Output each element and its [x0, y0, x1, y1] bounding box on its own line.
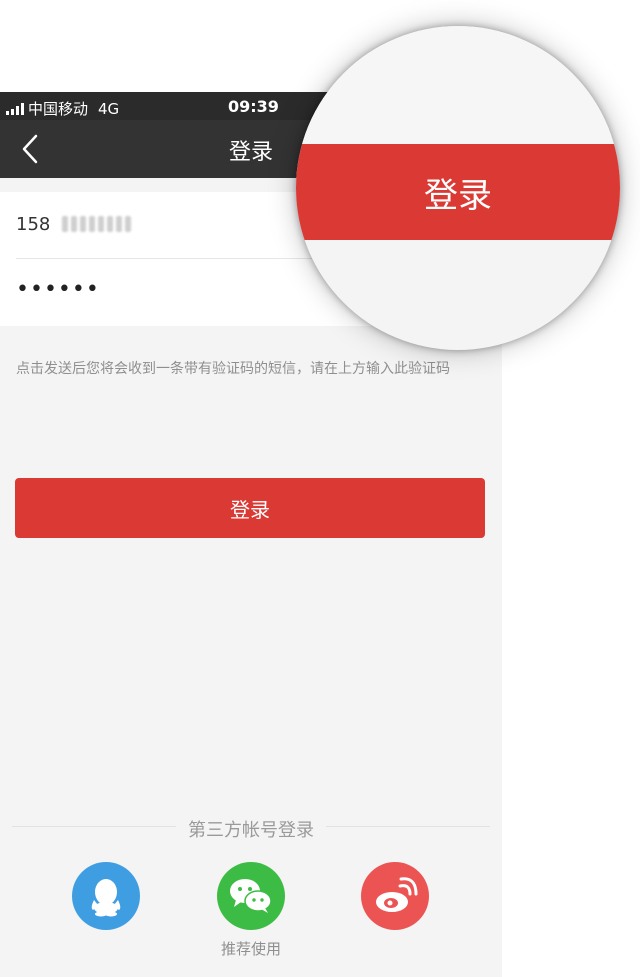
carrier-label: 中国移动 [28, 100, 89, 118]
third-party-title: 第三方帐号登录 [176, 816, 326, 842]
magnified-login-button: 登录 [296, 144, 620, 240]
wechat-login-button[interactable] [217, 862, 285, 930]
recommend-label: 推荐使用 [220, 940, 281, 958]
signal-icon [6, 102, 24, 115]
weibo-login-button[interactable] [361, 862, 429, 930]
magnified-login-label: 登录 [424, 175, 492, 216]
login-button[interactable]: 登录 [15, 478, 485, 538]
weibo-icon [376, 877, 418, 912]
magnifier-nav-area [296, 26, 620, 144]
password-input[interactable]: •••••• [16, 277, 100, 302]
wechat-icon [230, 879, 272, 913]
blurred-digits [62, 216, 131, 232]
page-title-text: 登录 [228, 140, 273, 165]
network-label: 4G [98, 99, 120, 118]
qq-login-button[interactable] [72, 862, 140, 930]
sms-hint: 点击发送后您将会收到一条带有验证码的短信，请在上方输入此验证码 [16, 361, 450, 377]
phone-input[interactable]: 158 [16, 214, 50, 235]
magnifier-callout: 登录 [296, 26, 620, 350]
status-left: 中国移动 4G [6, 98, 119, 119]
status-time: 09:39 [228, 97, 279, 116]
third-party-header: 第三方帐号登录 [12, 816, 490, 842]
qq-icon [91, 879, 121, 917]
